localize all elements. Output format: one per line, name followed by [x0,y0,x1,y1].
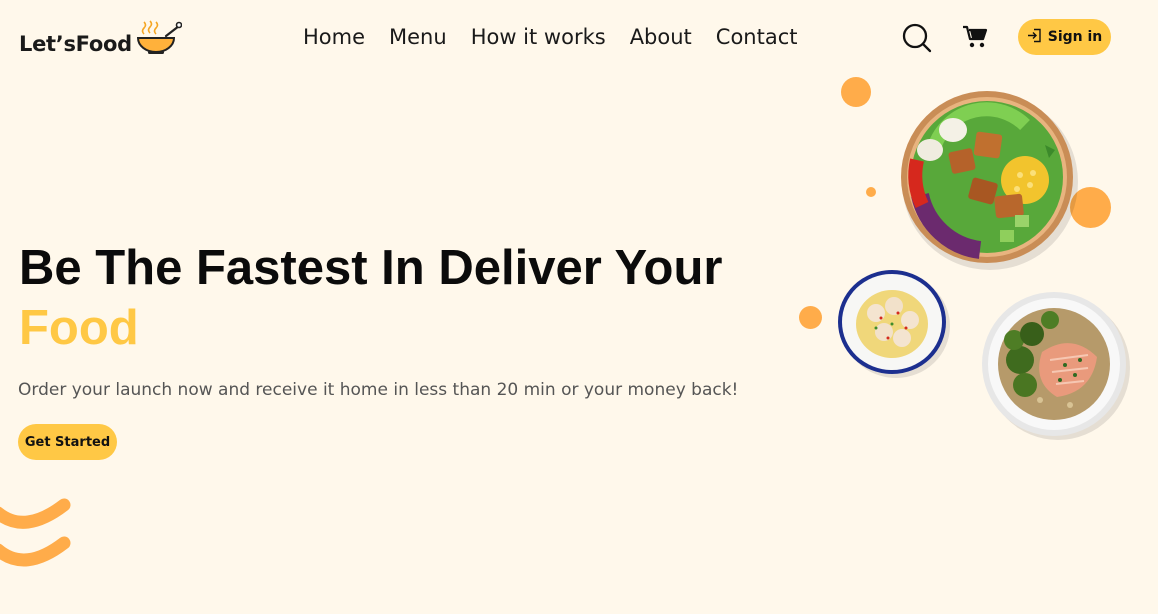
search-icon[interactable] [902,23,932,57]
decorative-dot [799,306,822,329]
nav-item-menu[interactable]: Menu [389,25,447,49]
salmon-broccoli-plate-image [980,290,1132,446]
brand-name: Let’sFood [19,32,132,56]
decorative-dot [841,77,871,107]
brand-logo[interactable]: Let’sFood [19,18,183,60]
nav-item-about[interactable]: About [630,25,692,49]
nav-item-how-it-works[interactable]: How it works [471,25,606,49]
cart-icon[interactable] [962,25,988,53]
soup-bowl-icon [136,18,183,60]
hero-headline-accent: Food [19,301,139,355]
decorative-dot [866,187,876,197]
hero-subtitle: Order your launch now and receive it hom… [18,380,739,400]
nav-item-home[interactable]: Home [303,25,365,49]
sign-in-label: Sign in [1047,29,1103,45]
nav-item-contact[interactable]: Contact [716,25,798,49]
sign-in-icon [1027,28,1042,47]
sign-in-button[interactable]: Sign in [1018,19,1111,55]
hero-headline-main: Be The Fastest In Deliver Your [19,241,723,295]
hero-headline: Be The Fastest In Deliver Your Food [19,238,722,358]
main-nav: Home Menu How it works About Contact [303,25,821,49]
get-started-button[interactable]: Get Started [18,424,117,460]
ceviche-bowl-image [836,268,952,384]
chevrons-decoration-icon [0,495,72,584]
salad-bowl-image [895,85,1085,279]
